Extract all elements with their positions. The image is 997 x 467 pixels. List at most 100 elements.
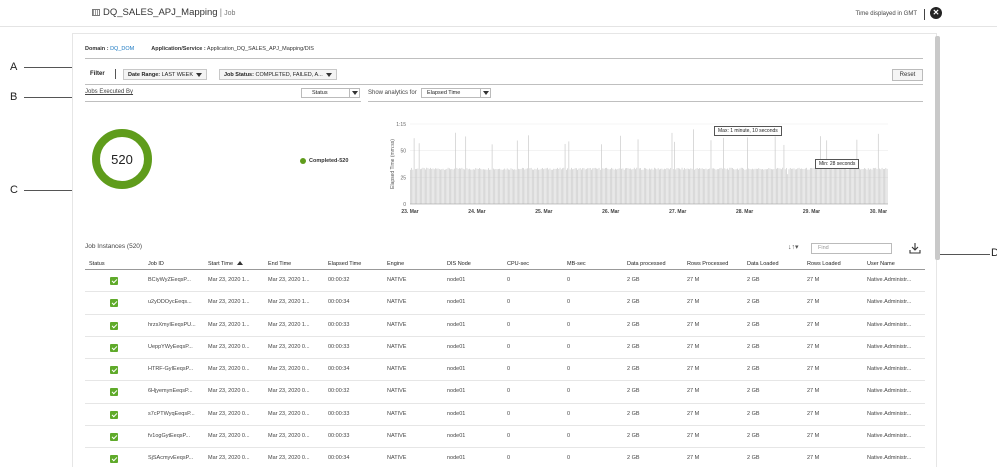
chart-bar xyxy=(674,141,675,204)
divider xyxy=(368,101,923,102)
chart-bar xyxy=(477,169,479,204)
chart-bar xyxy=(638,168,640,204)
callout-label-d: D xyxy=(991,247,997,259)
cell-engine: NATIVE xyxy=(387,321,407,328)
find-input[interactable]: Find xyxy=(811,243,892,254)
cell-rows-loaded: 27 M xyxy=(807,433,820,440)
date-range-filter[interactable]: Date Range: LAST WEEK xyxy=(123,69,208,80)
cell-data-processed: 2 GB xyxy=(627,321,640,328)
chart-bar xyxy=(855,169,856,204)
chart-bar xyxy=(524,169,526,204)
chart-bar xyxy=(860,169,862,204)
cell-engine: NATIVE xyxy=(387,455,407,462)
chart-bar xyxy=(745,169,747,204)
chart-bar xyxy=(535,169,537,204)
legend-completed[interactable]: Completed-520 xyxy=(309,158,348,164)
chart-bar xyxy=(640,168,641,204)
table-row[interactable]: hrzsXmyIEeqsPU... Mar 23, 2020 1... Mar 23… xyxy=(85,315,925,337)
chart-bar xyxy=(733,169,734,204)
domain-link[interactable]: DQ_DOM xyxy=(110,46,134,52)
column-header-mb-sec[interactable]: MB-sec xyxy=(567,259,622,270)
chart-bar xyxy=(806,167,807,204)
analytics-select[interactable]: Elapsed Time xyxy=(421,88,491,98)
chart-bar xyxy=(413,138,415,204)
group-by-select[interactable]: Status xyxy=(301,88,360,98)
cell-rows-processed: 27 M xyxy=(687,321,700,328)
column-header-data-loaded[interactable]: Data Loaded xyxy=(747,259,802,270)
chart-bar xyxy=(830,169,831,204)
table-header-row: Status Job ID Start Time End Time Elapsed Ti… xyxy=(85,259,925,270)
column-header-engine[interactable]: Engine xyxy=(387,259,442,270)
chart-bar xyxy=(544,168,546,204)
chart-bar xyxy=(700,168,702,204)
chart-bar xyxy=(738,169,740,204)
column-header-label: Start Time xyxy=(208,261,234,267)
scrollbar[interactable] xyxy=(935,36,940,260)
cell-mb-sec: 0 xyxy=(567,321,571,328)
chart-bar xyxy=(545,168,547,204)
reset-button[interactable]: Reset xyxy=(892,69,923,81)
cell-rows-loaded: 27 M xyxy=(807,366,820,373)
chart-bar xyxy=(632,169,634,204)
table-row[interactable]: 6HjyemynEeqsP... Mar 23, 2020 0... Mar 23,… xyxy=(85,381,925,404)
chart-bar xyxy=(601,144,602,204)
table-row[interactable]: s7cPTWyqEeqsP... Mar 23, 2020 0... Mar 23,… xyxy=(85,404,925,427)
chart-bar xyxy=(486,169,488,204)
download-icon[interactable] xyxy=(909,242,921,254)
chart-bar xyxy=(480,168,482,204)
elapsed-time-chart[interactable]: 0 25 50 1:15 Elapsed Time (mm:ss) 23. Mar 24. … xyxy=(388,118,898,222)
chart-bar xyxy=(484,169,485,204)
column-header-label: End Time xyxy=(268,261,292,267)
cell-user-name: Native.Administr... xyxy=(867,343,912,350)
close-button[interactable]: ✕ xyxy=(930,7,942,19)
x-tick-label: 29. Mar xyxy=(803,209,820,215)
table-row[interactable]: u2yDDOycEeqs... Mar 23, 2020 1... Mar 23, … xyxy=(85,292,925,315)
chart-bar xyxy=(608,169,610,204)
column-header-status[interactable]: Status xyxy=(89,259,139,270)
chart-bar xyxy=(781,169,782,204)
chart-bar xyxy=(571,167,572,204)
chart-bar xyxy=(410,169,411,204)
column-header-elapsed-time[interactable]: Elapsed Time xyxy=(328,259,383,270)
chart-bar xyxy=(627,168,629,204)
column-header-rows-loaded[interactable]: Rows Loaded xyxy=(807,259,862,270)
cell-rows-loaded: 27 M xyxy=(807,343,820,350)
chart-bar xyxy=(464,169,465,204)
chart-bar xyxy=(643,167,645,204)
column-header-data-processed[interactable]: Data processed xyxy=(627,259,682,270)
chart-bar xyxy=(547,167,548,204)
table-row[interactable]: fv1ogGytEeqsP... Mar 23, 2020 0... Mar 23,… xyxy=(85,426,925,449)
chart-bar xyxy=(696,168,698,204)
chart-bar xyxy=(711,168,713,204)
chart-bar xyxy=(557,167,558,204)
table-row[interactable]: BCiyWyZEeqsP... Mar 23, 2020 1... Mar 23, … xyxy=(85,270,925,293)
chart-bar xyxy=(778,168,780,204)
chart-bar xyxy=(445,169,446,204)
chart-bar xyxy=(630,168,631,204)
table-row[interactable]: UeppYWyEeqsP... Mar 23, 2020 0... Mar 23, … xyxy=(85,337,925,360)
chart-bar xyxy=(734,169,736,204)
top-bar: DQ_SALES_APJ_Mapping | Job Time displayed … xyxy=(0,0,997,27)
cell-elapsed-time: 00:00:34 xyxy=(328,366,350,373)
table-row[interactable]: HTRF-GyIEeqsP... Mar 23, 2020 0... Mar 23,… xyxy=(85,359,925,382)
column-header-user-name[interactable]: User Name xyxy=(867,259,925,270)
cell-start-time: Mar 23, 2020 1... xyxy=(208,299,250,306)
chart-bar xyxy=(877,133,879,204)
column-header-dis-node[interactable]: DIS Node xyxy=(447,259,502,270)
chart-bar xyxy=(735,169,737,204)
job-status-filter[interactable]: Job Status: COMPLETED, FAILED, A... xyxy=(219,69,337,80)
cell-job-id: HTRF-GyIEeqsP... xyxy=(148,366,194,373)
chart-bar xyxy=(642,169,644,204)
sort-icon[interactable]: ↓↑▾ xyxy=(788,243,799,251)
title-separator: | xyxy=(219,7,223,18)
column-header-end-time[interactable]: End Time xyxy=(268,259,326,270)
chart-bar xyxy=(520,168,522,204)
table-row[interactable]: SjSAcmyvEeqsP... Mar 23, 2020 0... Mar 23,… xyxy=(85,448,925,467)
chart-bar xyxy=(742,167,743,204)
cell-rows-processed: 27 M xyxy=(687,299,700,306)
column-header-rows-processed[interactable]: Rows Processed xyxy=(687,259,742,270)
cell-end-time: Mar 23, 2020 0... xyxy=(268,343,310,350)
column-header-start-time[interactable]: Start Time xyxy=(208,259,266,270)
column-header-cpu-sec[interactable]: CPU-sec xyxy=(507,259,562,270)
column-header-job-id[interactable]: Job ID xyxy=(148,259,206,270)
